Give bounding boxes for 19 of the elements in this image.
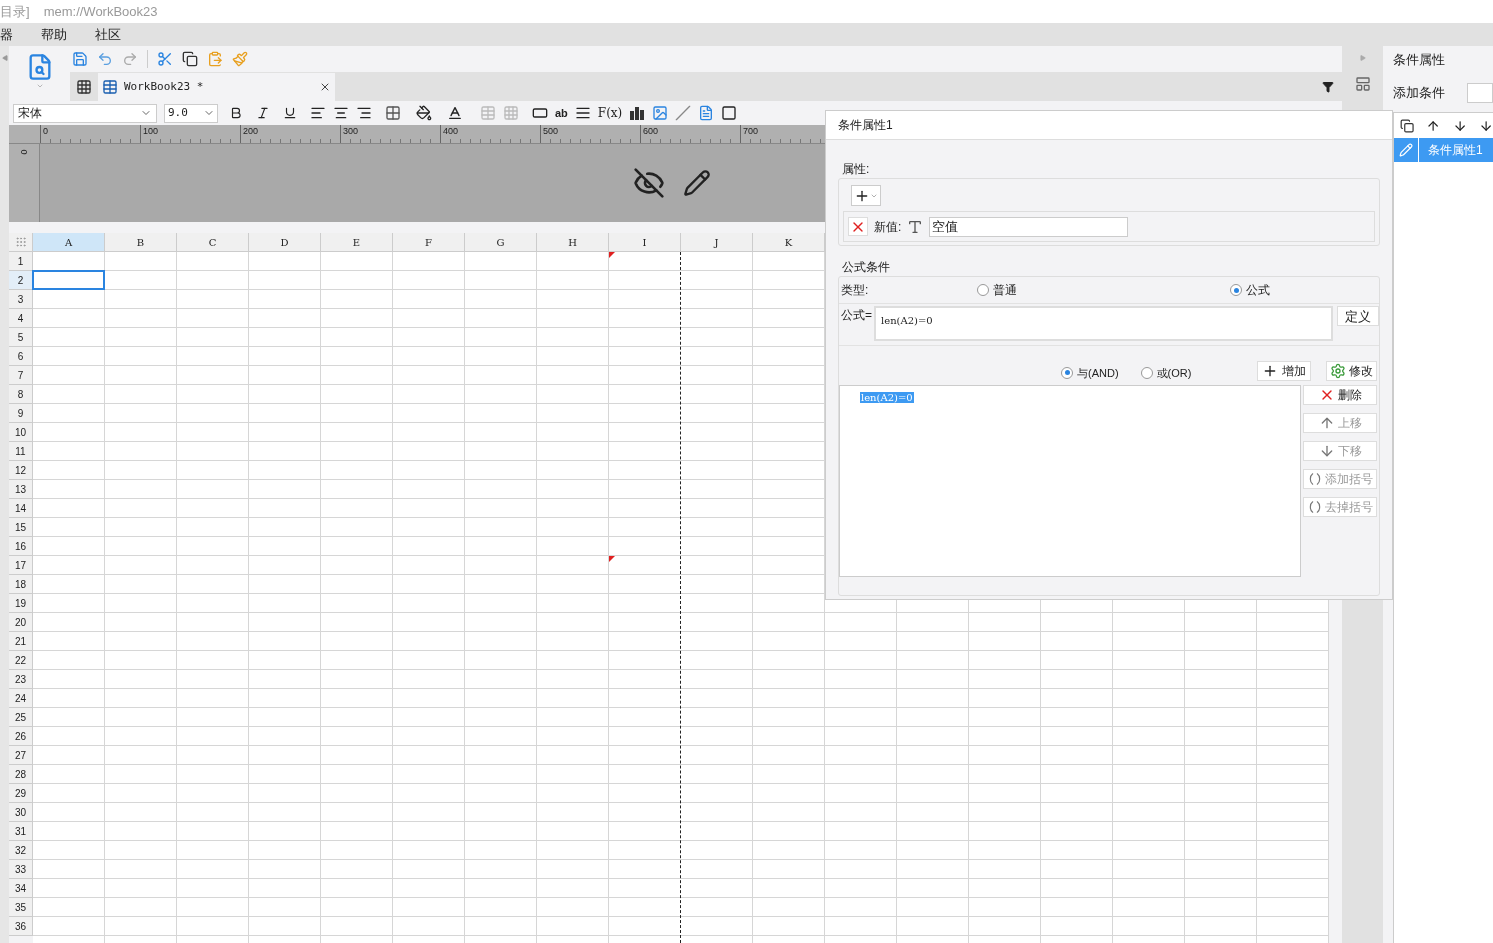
property-label: 新值:: [874, 218, 902, 236]
formula-label: 公式=: [840, 307, 872, 324]
ruler-label: 300: [342, 125, 360, 137]
group-label: 属性:: [841, 161, 871, 178]
breadcrumb: 目录]: [0, 2, 30, 21]
ruler-label: 500: [542, 125, 560, 137]
file-path: mem://WorkBook23: [43, 2, 158, 21]
dialog-title: 条件属性1: [838, 117, 893, 134]
ruler-label: 400: [442, 125, 460, 137]
panel-title: 条件属性: [1393, 51, 1445, 70]
ruler-label: 700: [742, 125, 760, 137]
ruler-label: 200: [242, 125, 260, 137]
ruler-label: 100: [142, 125, 160, 137]
add-condition-label: 添加条件: [1393, 84, 1445, 103]
type-label: 类型:: [840, 282, 870, 299]
group-label: 公式条件: [841, 259, 891, 276]
ruler-label: 600: [642, 125, 660, 137]
ruler-label: 0: [42, 125, 49, 137]
ruler-label: 0: [18, 149, 30, 155]
